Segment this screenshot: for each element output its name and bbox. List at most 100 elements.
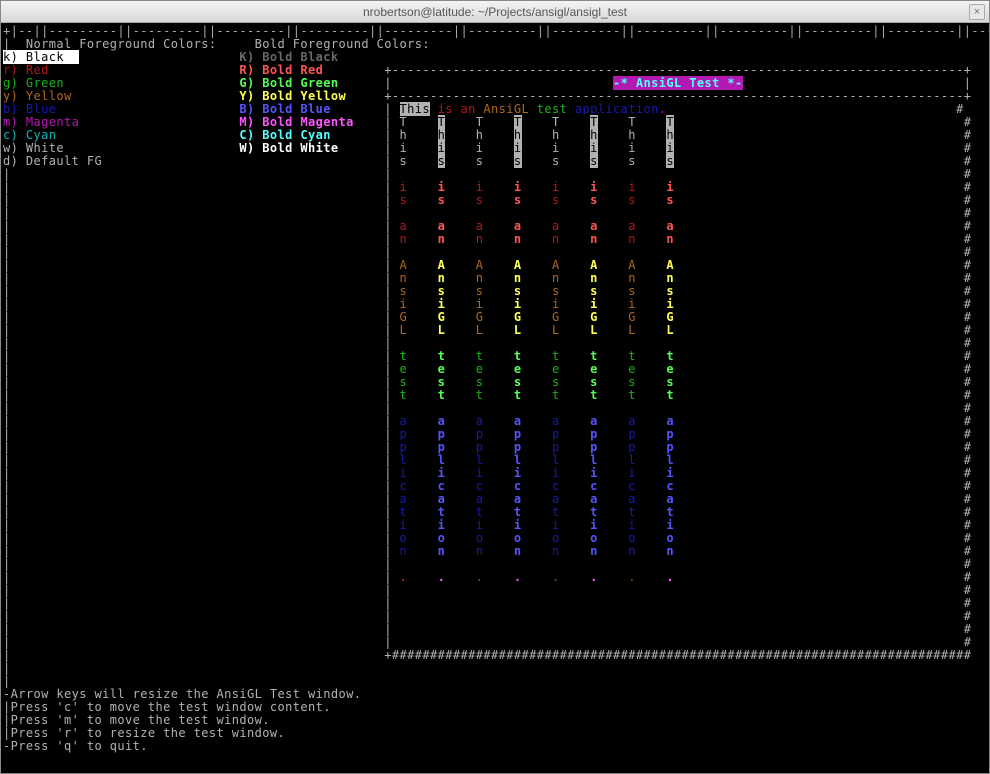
sentence-token: an [461, 102, 476, 116]
grid-char: s [666, 375, 674, 389]
grid-char: n [476, 271, 484, 285]
grid-char: p [438, 427, 446, 441]
grid-char: n [514, 232, 522, 246]
grid-char: p [628, 427, 636, 441]
grid-char: o [476, 531, 484, 545]
grid-char: n [628, 232, 636, 246]
bold-color-item: R) Bold Red [239, 63, 323, 77]
grid-char: a [476, 414, 484, 428]
grid-char: s [666, 193, 674, 207]
grid-char: o [666, 531, 674, 545]
grid-char: c [628, 479, 636, 493]
grid-char: t [476, 349, 484, 363]
terminal-screen: +|--||---------||---------||---------||-… [3, 25, 987, 753]
grid-char: i [552, 297, 560, 311]
grid-char: i [476, 180, 484, 194]
grid-char: i [628, 466, 636, 480]
grid-char: G [552, 310, 560, 324]
grid-char: A [476, 258, 484, 272]
grid-char: c [476, 479, 484, 493]
grid-char: t [476, 388, 484, 402]
grid-char: c [666, 479, 674, 493]
close-icon[interactable]: × [969, 4, 985, 20]
grid-char: h [476, 128, 484, 142]
grid-char: A [552, 258, 560, 272]
grid-char: e [666, 362, 674, 376]
grid-char: e [590, 362, 598, 376]
grid-char: n [514, 271, 522, 285]
grid-char: h [514, 128, 522, 142]
grid-char: a [590, 219, 598, 233]
grid-char: n [399, 232, 407, 246]
grid-char: i [476, 466, 484, 480]
grid-char: a [399, 219, 407, 233]
grid-char: p [666, 440, 674, 454]
terminal-viewport[interactable]: +|--||---------||---------||---------||-… [1, 23, 989, 773]
grid-char: A [628, 258, 636, 272]
grid-char: c [514, 479, 522, 493]
grid-char: l [514, 453, 522, 467]
grid-char: t [514, 505, 522, 519]
grid-char: n [666, 544, 674, 558]
grid-char: t [399, 505, 407, 519]
grid-char: G [628, 310, 636, 324]
grid-char: s [590, 375, 598, 389]
grid-char: o [628, 531, 636, 545]
grid-char: c [552, 479, 560, 493]
grid-char: T [666, 115, 674, 129]
grid-char: L [399, 323, 407, 337]
grid-char: t [438, 505, 446, 519]
grid-char: . [552, 570, 560, 584]
top-ruler: +|--||---------||---------||---------||-… [3, 24, 989, 38]
normal-color-item: b) Blue [3, 102, 79, 116]
grid-char: n [628, 544, 636, 558]
grid-char: T [552, 115, 560, 129]
grid-char: G [590, 310, 598, 324]
grid-char: t [514, 388, 522, 402]
grid-char: t [628, 505, 636, 519]
grid-char: i [438, 466, 446, 480]
grid-char: A [399, 258, 407, 272]
grid-char: p [476, 440, 484, 454]
grid-char: n [590, 271, 598, 285]
help-line: Press 'r' to resize the test window. [11, 726, 286, 740]
grid-char: a [514, 219, 522, 233]
bold-color-item: G) Bold Green [239, 76, 338, 90]
grid-char: n [590, 232, 598, 246]
grid-char: t [666, 505, 674, 519]
grid-char: t [590, 349, 598, 363]
help-line: Press 'c' to move the test window conten… [11, 700, 331, 714]
grid-char: i [590, 180, 598, 194]
help-line: Arrow keys will resize the AnsiGL Test w… [11, 687, 362, 701]
window-titlebar[interactable]: nrobertson@latitude: ~/Projects/ansigl/a… [1, 1, 989, 23]
normal-color-item: y) Yellow [3, 89, 79, 103]
grid-char: A [514, 258, 522, 272]
grid-char: c [438, 479, 446, 493]
grid-char: s [514, 154, 522, 168]
grid-char: n [438, 232, 446, 246]
grid-char: l [628, 453, 636, 467]
normal-color-item: d) Default FG [3, 154, 102, 168]
grid-char: i [399, 518, 407, 532]
grid-char: t [438, 349, 446, 363]
grid-char: s [438, 375, 446, 389]
grid-char: L [476, 323, 484, 337]
grid-char: s [552, 154, 560, 168]
grid-char: a [476, 219, 484, 233]
sentence-token: This [400, 102, 431, 116]
grid-char: s [399, 284, 407, 298]
grid-char: i [552, 180, 560, 194]
grid-char: i [590, 466, 598, 480]
grid-char: n [552, 544, 560, 558]
grid-char: t [666, 349, 674, 363]
grid-char: p [514, 440, 522, 454]
sentence-token: test [537, 102, 568, 116]
grid-char: p [552, 427, 560, 441]
grid-char: e [399, 362, 407, 376]
grid-char: a [552, 219, 560, 233]
grid-char: i [399, 466, 407, 480]
grid-char: o [399, 531, 407, 545]
grid-char: i [514, 518, 522, 532]
bold-color-item: C) Bold Cyan [239, 128, 331, 142]
grid-char: a [399, 414, 407, 428]
